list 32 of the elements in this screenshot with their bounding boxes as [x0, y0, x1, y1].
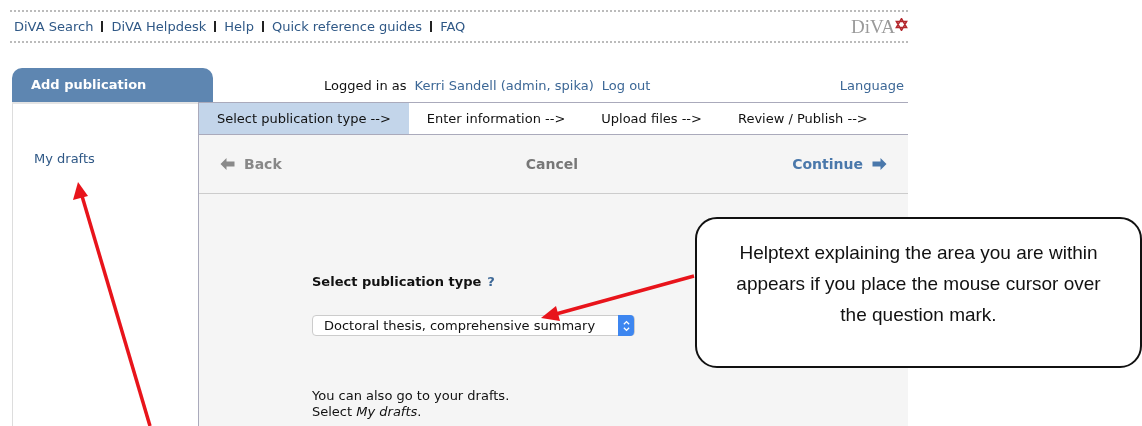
cancel-button[interactable]: Cancel — [525, 156, 579, 172]
top-link[interactable]: FAQ — [440, 19, 466, 34]
separator-bar — [261, 21, 264, 32]
top-link[interactable]: DiVA Helpdesk — [111, 19, 207, 34]
publication-type-select[interactable]: Doctoral thesis, comprehensive summary — [312, 315, 635, 336]
top-link[interactable]: DiVA Search — [14, 19, 94, 34]
continue-button[interactable]: Continue — [792, 156, 888, 172]
user-link[interactable]: Kerri Sandell (admin, spika) — [414, 77, 594, 93]
panel-tab[interactable]: Add publication — [12, 68, 213, 102]
step-tab[interactable]: Enter information --> — [408, 103, 584, 134]
stepper-icon — [618, 315, 634, 336]
top-link[interactable]: Help — [224, 19, 254, 34]
top-link[interactable]: Quick reference guides — [271, 19, 423, 34]
logout-link[interactable]: Log out — [601, 77, 651, 93]
step-tab[interactable]: Select publication type --> — [199, 103, 409, 134]
callout-text: Helptext explaining the area you are within appears if you place the mouse cursor over the question mark. — [735, 241, 1102, 327]
language-link[interactable]: Language — [839, 77, 904, 93]
right-arrow-icon — [871, 157, 888, 171]
sidebar-item[interactable]: My drafts — [34, 151, 95, 166]
note-text: You can also go to your drafts. — [312, 388, 511, 404]
logo-text: DiVA — [851, 15, 895, 38]
help-link[interactable]: ? — [487, 274, 495, 289]
separator-bar — [214, 21, 217, 32]
step-tab[interactable]: Upload files --> — [583, 103, 720, 134]
field-label: Select publication type — [312, 274, 482, 289]
separator-bar — [430, 21, 433, 32]
separator-bar — [101, 21, 104, 32]
star-icon — [895, 17, 908, 31]
logged-in-label: Logged in as — [324, 77, 407, 93]
step-tab[interactable]: Review / Publish --> — [719, 103, 886, 134]
note-text: Select My drafts. — [312, 404, 423, 420]
left-arrow-icon — [219, 157, 236, 171]
